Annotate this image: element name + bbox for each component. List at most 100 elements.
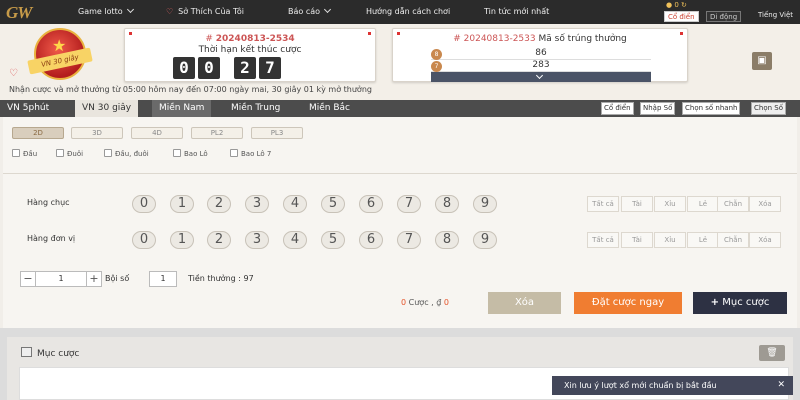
mode-quick-pick[interactable]: Chọn số nhanh <box>682 102 741 115</box>
nav-label: Báo cáo <box>288 7 321 16</box>
nav-news[interactable]: Tin tức mới nhất <box>484 0 549 24</box>
tab-mien-bac[interactable]: Miền Bắc <box>302 100 357 117</box>
prize-value: 97 <box>243 274 254 283</box>
mode-mobile-button[interactable]: Di động <box>706 11 742 22</box>
place-bet-button[interactable]: Đặt cược ngay <box>574 292 682 314</box>
multiplier-input[interactable]: 1 <box>149 271 177 287</box>
last-period: # 20240813-2533 Mã số trúng thưởng <box>393 34 687 44</box>
number-ball[interactable]: 1 <box>170 231 194 249</box>
number-ball[interactable]: 4 <box>283 195 307 213</box>
number-ball[interactable]: 1 <box>170 195 194 213</box>
type-pl2-button[interactable]: PL2 <box>191 127 243 139</box>
result-position: 7 <box>431 61 442 72</box>
logo-text: GW <box>6 3 32 22</box>
favorite-heart-icon[interactable]: ♡ <box>9 68 18 79</box>
quantity-value[interactable]: 1 <box>36 272 86 286</box>
close-icon[interactable]: ✕ <box>777 376 785 395</box>
check-duoi[interactable]: Đuôi <box>56 149 83 158</box>
number-ball[interactable]: 8 <box>435 231 459 249</box>
bet-list-title: Mục cược <box>21 347 79 359</box>
type-3d-button[interactable]: 3D <box>71 127 123 139</box>
period-prefix: # <box>453 34 461 44</box>
tab-mien-trung[interactable]: Miền Trung <box>224 100 287 117</box>
checkbox[interactable] <box>56 149 64 157</box>
check-dau[interactable]: Đầu <box>12 149 37 158</box>
checkbox[interactable] <box>104 149 112 157</box>
decrement-button[interactable]: − <box>21 272 36 286</box>
logo[interactable]: GW <box>6 3 68 23</box>
checkbox[interactable] <box>12 149 20 157</box>
checkbox[interactable] <box>173 149 181 157</box>
result-value: 86 <box>535 48 547 58</box>
number-ball[interactable]: 2 <box>207 231 231 249</box>
number-ball[interactable]: 0 <box>132 231 156 249</box>
nav-reports[interactable]: Báo cáo <box>288 0 332 24</box>
expand-results-button[interactable] <box>431 71 651 82</box>
number-ball[interactable]: 3 <box>245 195 269 213</box>
number-ball[interactable]: 5 <box>321 195 345 213</box>
number-ball[interactable]: 7 <box>397 231 421 249</box>
number-ball[interactable]: 2 <box>207 195 231 213</box>
type-pl3-button[interactable]: PL3 <box>251 127 303 139</box>
bet-summary: 0 Cược , ₫ 0 <box>401 298 449 307</box>
nav-favorites[interactable]: ♡ Sở Thích Của Tôi <box>166 0 244 24</box>
last-result-panel: # 20240813-2533 Mã số trúng thưởng 86 8 … <box>392 28 688 82</box>
quick-xiu[interactable]: Xỉu <box>654 232 686 248</box>
bet-count: 0 <box>401 298 407 307</box>
checkbox[interactable] <box>230 149 238 157</box>
quick-tai[interactable]: Tài <box>621 196 653 212</box>
check-bao-lo[interactable]: Bao Lô <box>173 149 208 158</box>
quick-chan[interactable]: Chẵn <box>717 196 749 212</box>
quick-all[interactable]: Tất cả <box>587 232 619 248</box>
add-bet-button[interactable]: + Mục cược <box>693 292 787 314</box>
nav-guide[interactable]: Hướng dẫn cách chơi <box>366 0 450 24</box>
tab-vn-5phut[interactable]: VN 5phút <box>0 100 56 117</box>
chevron-down-icon <box>323 5 332 14</box>
increment-button[interactable]: + <box>86 272 101 286</box>
nav-game-lotto[interactable]: Game lotto <box>78 0 134 24</box>
type-2d-button[interactable]: 2D <box>12 127 64 139</box>
game-badge: ★ VN 30 giây <box>27 28 93 80</box>
mode-classic[interactable]: Cổ điển <box>601 102 634 115</box>
mode-pick-number[interactable]: Chọn Số <box>751 102 786 115</box>
tab-vn-30-giay[interactable]: VN 30 giây <box>75 100 139 117</box>
top-nav: GW Game lotto ♡ Sở Thích Của Tôi Báo cáo … <box>0 0 800 24</box>
language-selector[interactable]: Tiếng Việt <box>758 11 793 19</box>
number-ball[interactable]: 9 <box>473 195 497 213</box>
number-ball[interactable]: 6 <box>359 195 383 213</box>
number-ball[interactable]: 7 <box>397 195 421 213</box>
quick-le[interactable]: Lẻ <box>687 232 719 248</box>
bet-amount: 0 <box>443 298 449 307</box>
number-ball[interactable]: 8 <box>435 195 459 213</box>
tab-mien-nam[interactable]: Miền Nam <box>152 100 212 117</box>
user-counter[interactable]: ● 0 ↻ <box>666 1 687 9</box>
mode-input-number[interactable]: Nhập Số <box>640 102 676 115</box>
mode-classic-button[interactable]: Cổ điển <box>664 11 699 22</box>
check-label: Bao Lô <box>184 150 208 158</box>
number-ball[interactable]: 0 <box>132 195 156 213</box>
document-icon[interactable]: ▣ <box>752 52 772 70</box>
quick-clear[interactable]: Xóa <box>749 232 781 248</box>
schedule-notice: Nhận cược và mở thưởng từ 05:00 hôm nay … <box>9 85 372 94</box>
quick-tai[interactable]: Tài <box>621 232 653 248</box>
nav-label: Game lotto <box>78 7 123 16</box>
trash-icon[interactable]: 🗑 <box>759 345 785 361</box>
number-ball[interactable]: 9 <box>473 231 497 249</box>
clear-button[interactable]: Xóa <box>488 292 561 314</box>
quick-all[interactable]: Tất cả <box>587 196 619 212</box>
user-icon: ● <box>666 1 673 9</box>
quick-clear[interactable]: Xóa <box>749 196 781 212</box>
quick-xiu[interactable]: Xỉu <box>654 196 686 212</box>
check-bao-lo-7[interactable]: Bao Lô 7 <box>230 149 271 158</box>
number-ball[interactable]: 4 <box>283 231 307 249</box>
number-ball[interactable]: 5 <box>321 231 345 249</box>
nav-label: Hướng dẫn cách chơi <box>366 7 451 16</box>
number-ball[interactable]: 6 <box>359 231 383 249</box>
quick-chan[interactable]: Chẵn <box>717 232 749 248</box>
number-ball[interactable]: 3 <box>245 231 269 249</box>
nav-label: Sở Thích Của Tôi <box>178 7 244 16</box>
check-dau-duoi[interactable]: Đầu, đuôi <box>104 149 149 158</box>
quick-le[interactable]: Lẻ <box>687 196 719 212</box>
countdown-digits: 0 0 2 7 <box>173 57 284 79</box>
type-4d-button[interactable]: 4D <box>131 127 183 139</box>
